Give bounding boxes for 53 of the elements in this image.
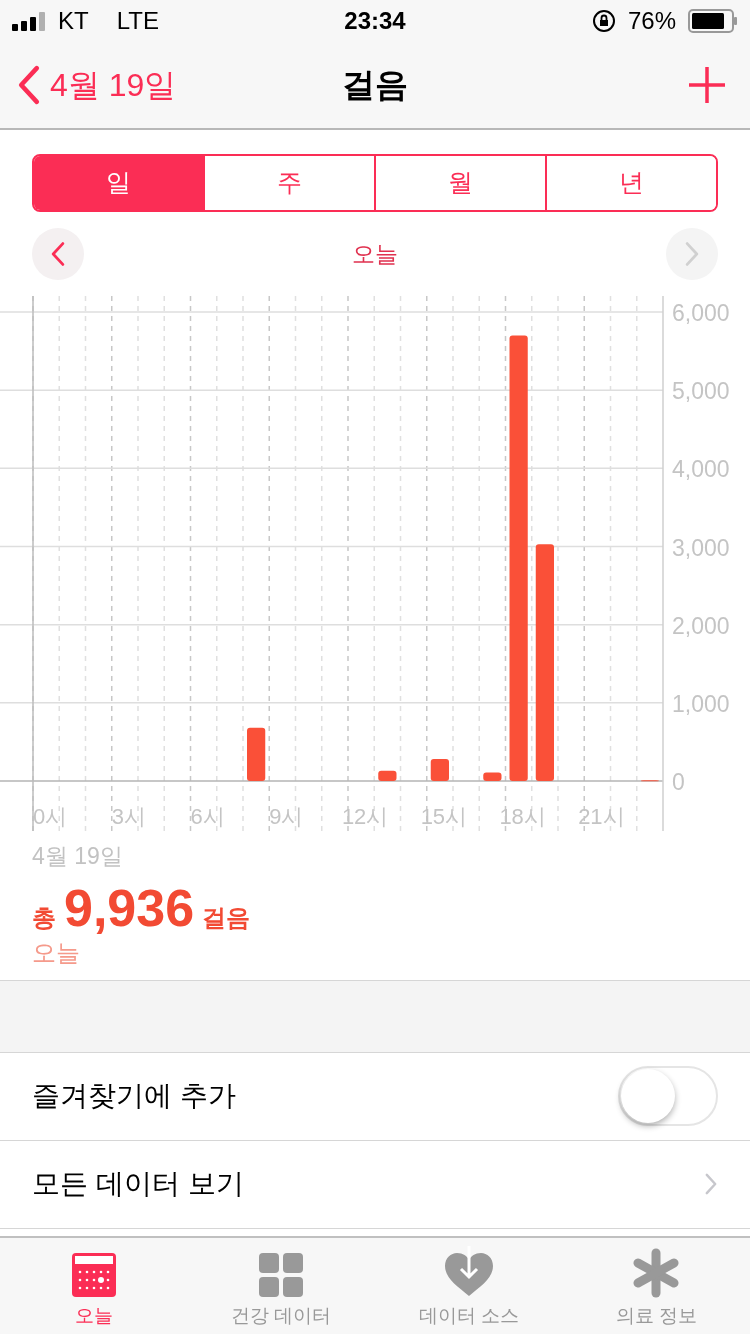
x-axis-label: 15시 [420, 804, 468, 829]
back-button[interactable]: 4월 19일 [16, 61, 177, 109]
tab-bar-item[interactable]: 의료 정보 [562, 1238, 750, 1334]
y-axis-label: 6,000 [672, 300, 730, 326]
bar [378, 770, 397, 781]
row-label: 즐겨찾기에 추가 [32, 1079, 236, 1113]
add-icon[interactable] [688, 66, 726, 104]
previous-button[interactable] [32, 228, 84, 280]
segment-tab[interactable]: 년 [545, 156, 716, 210]
y-axis-label: 5,000 [672, 378, 730, 405]
summary-period: 오늘 [32, 937, 81, 968]
rotation-lock-icon [591, 9, 616, 33]
segment-tab[interactable]: 일 [34, 156, 203, 210]
bar [483, 772, 502, 781]
y-axis-label: 2,000 [672, 612, 730, 639]
tab-bar-item[interactable]: 건강 데이터 [187, 1238, 375, 1334]
x-axis-label: 12시 [341, 804, 389, 829]
x-axis-label: 21시 [578, 804, 625, 829]
battery-percent: 76% [627, 6, 676, 36]
chevron-left-icon [50, 241, 66, 267]
y-axis-label: 3,000 [672, 534, 730, 561]
x-axis-label: 6시 [190, 804, 225, 829]
chevron-right-icon [704, 1171, 718, 1197]
page-title: 걸음 [342, 65, 408, 106]
calendar-icon [70, 1251, 117, 1298]
network-type: LTE [116, 6, 159, 36]
step-total: 9,936 [64, 877, 195, 938]
y-axis-label: 1,000 [672, 690, 730, 717]
tab-bar-item[interactable]: 데이터 소스 [375, 1238, 563, 1334]
toggle-switch[interactable] [618, 1066, 718, 1126]
x-axis-label: 9시 [269, 804, 304, 829]
row-label[interactable]: 모든 데이터 보기 [32, 1163, 244, 1205]
y-axis-label: 4,000 [672, 456, 730, 483]
heart-download-icon [442, 1245, 495, 1298]
x-axis-label: 0시 [33, 804, 68, 829]
step-unit: 걸음 [202, 902, 251, 933]
asterisk-icon [632, 1247, 681, 1298]
battery-icon [688, 9, 738, 33]
back-icon [16, 63, 42, 107]
y-axis-label: 0 [672, 769, 685, 795]
carrier-name: KT [58, 6, 89, 36]
period-label: 오늘 [352, 239, 398, 269]
signal-icon [12, 11, 46, 31]
x-axis-label: 18시 [499, 804, 546, 829]
x-axis-label: 3시 [111, 804, 146, 829]
tab-bar-item[interactable]: 오늘 [0, 1238, 188, 1334]
bar [430, 759, 449, 781]
chevron-right-icon [684, 241, 700, 267]
bar [247, 727, 266, 781]
total-prefix: 총 [32, 902, 56, 933]
grid-icon [258, 1251, 305, 1298]
summary-date: 4월 19일 [32, 842, 124, 871]
clock: 23:34 [343, 6, 407, 36]
